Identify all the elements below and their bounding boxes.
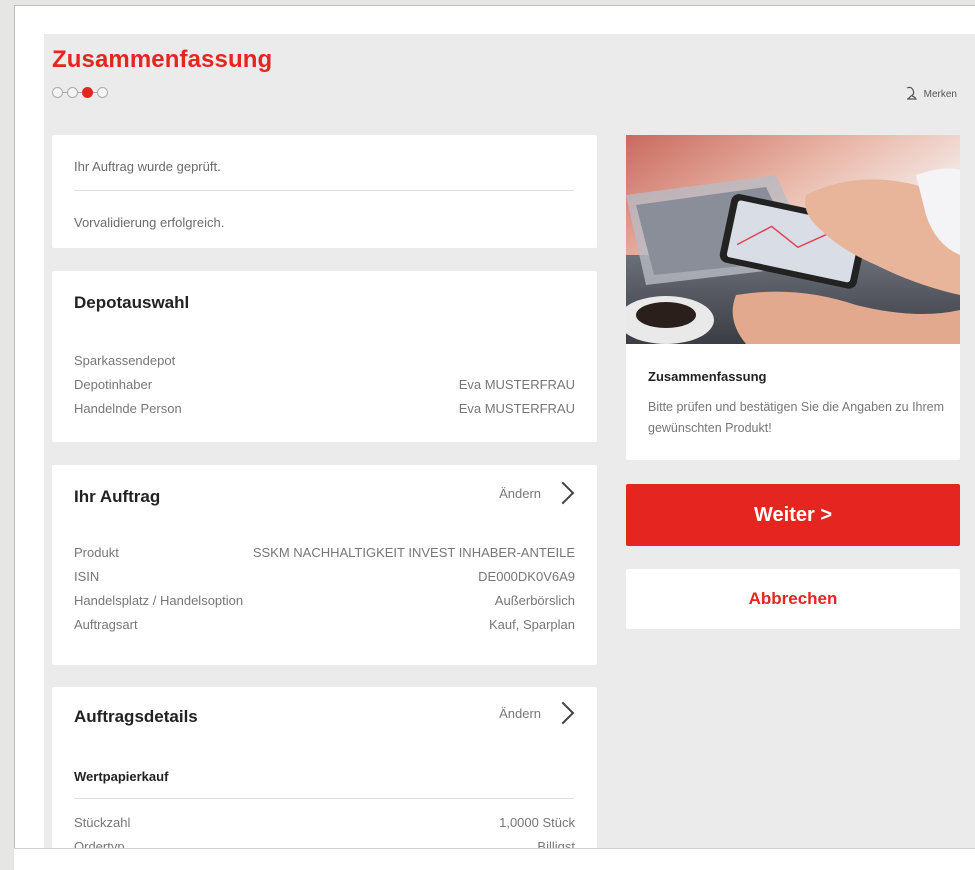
promo-text: Bitte prüfen und bestätigen Sie die Anga… — [648, 400, 945, 435]
order-row-value: DE000DK0V6A9 — [478, 569, 575, 584]
details-row-label: Ordertyp — [74, 839, 125, 848]
order-summary-page: Zusammenfassung Merken Ihr Auftrag wurde… — [44, 34, 975, 848]
depot-account-label: Sparkassendepot — [74, 353, 176, 368]
details-row-value: 1,0000 Stück — [499, 815, 575, 830]
depot-row-value: Eva MUSTERFRAU — [458, 377, 575, 392]
order-row-label: ISIN — [74, 569, 100, 584]
order-row-label: Produkt — [74, 545, 119, 560]
chevron-right-icon — [551, 701, 575, 725]
details-card-title: Auftragsdetails — [74, 707, 198, 726]
divider — [74, 798, 574, 799]
order-row-value: Außerbörslich — [494, 593, 575, 608]
summary-info-card: Zusammenfassung Bitte prüfen und bestäti… — [626, 135, 960, 460]
order-details-card: Auftragsdetails Ändern Wertpapierkauf St… — [52, 687, 597, 848]
cancel-button[interactable]: Abbrechen — [626, 569, 960, 629]
bookmark-icon — [904, 86, 918, 103]
order-row-value: Kauf, Sparplan — [488, 617, 575, 632]
depot-card-title: Depotauswahl — [74, 293, 190, 312]
order-row-value: SSKM NACHHALTIGKEIT INVEST INHABER-ANTEI… — [252, 545, 575, 560]
validation-status-card: Ihr Auftrag wurde geprüft. Vorvalidierun… — [52, 135, 597, 248]
details-row: Stückzahl 1,0000 Stück — [74, 811, 575, 835]
depot-row-label: Handelnde Person — [74, 401, 182, 416]
order-row-label: Auftragsart — [74, 617, 138, 632]
status-validated-text: Vorvalidierung erfolgreich. — [74, 215, 225, 230]
details-change-link[interactable]: Ändern — [499, 701, 579, 725]
page-title: Zusammenfassung — [52, 46, 273, 73]
hands-smartphone-image — [626, 135, 960, 344]
step-indicator — [52, 87, 108, 98]
order-row: ISIN DE000DK0V6A9 — [74, 565, 575, 589]
details-row-value: Billigst — [537, 839, 575, 848]
order-change-label: Ändern — [499, 485, 541, 501]
order-change-link[interactable]: Ändern — [499, 481, 579, 505]
depot-selection-card: Depotauswahl Sparkassendepot Depotinhabe… — [52, 271, 597, 442]
step-4 — [97, 87, 108, 98]
depot-row: Depotinhaber Eva MUSTERFRAU — [74, 373, 575, 397]
bookmark-label: Merken — [923, 89, 957, 100]
details-row-label: Stückzahl — [74, 815, 131, 830]
divider — [74, 190, 574, 191]
step-2 — [67, 87, 78, 98]
chevron-right-icon — [551, 481, 575, 505]
order-row: Produkt SSKM NACHHALTIGKEIT INVEST INHAB… — [74, 541, 575, 565]
depot-row: Handelnde Person Eva MUSTERFRAU — [74, 397, 575, 421]
continue-button[interactable]: Weiter > — [626, 484, 960, 546]
order-row-label: Handelsplatz / Handelsoption — [74, 593, 244, 608]
order-row: Auftragsart Kauf, Sparplan — [74, 613, 575, 637]
window-bottom-bar — [14, 848, 975, 870]
order-card: Ihr Auftrag Ändern Produkt SSKM NACHHALT… — [52, 465, 597, 665]
details-subtitle: Wertpapierkauf — [74, 769, 169, 784]
details-row: Ordertyp Billigst — [74, 835, 575, 848]
order-row: Handelsplatz / Handelsoption Außerbörsli… — [74, 589, 575, 613]
step-1 — [52, 87, 63, 98]
details-change-label: Ändern — [499, 705, 541, 721]
depot-account-row: Sparkassendepot — [74, 349, 575, 373]
status-checked-text: Ihr Auftrag wurde geprüft. — [74, 159, 221, 174]
bookmark-button[interactable]: Merken — [904, 86, 957, 103]
step-3-current — [82, 87, 93, 98]
promo-title: Zusammenfassung — [648, 369, 767, 384]
order-card-title: Ihr Auftrag — [74, 487, 161, 506]
depot-row-label: Depotinhaber — [74, 377, 153, 392]
depot-row-value: Eva MUSTERFRAU — [458, 401, 575, 416]
